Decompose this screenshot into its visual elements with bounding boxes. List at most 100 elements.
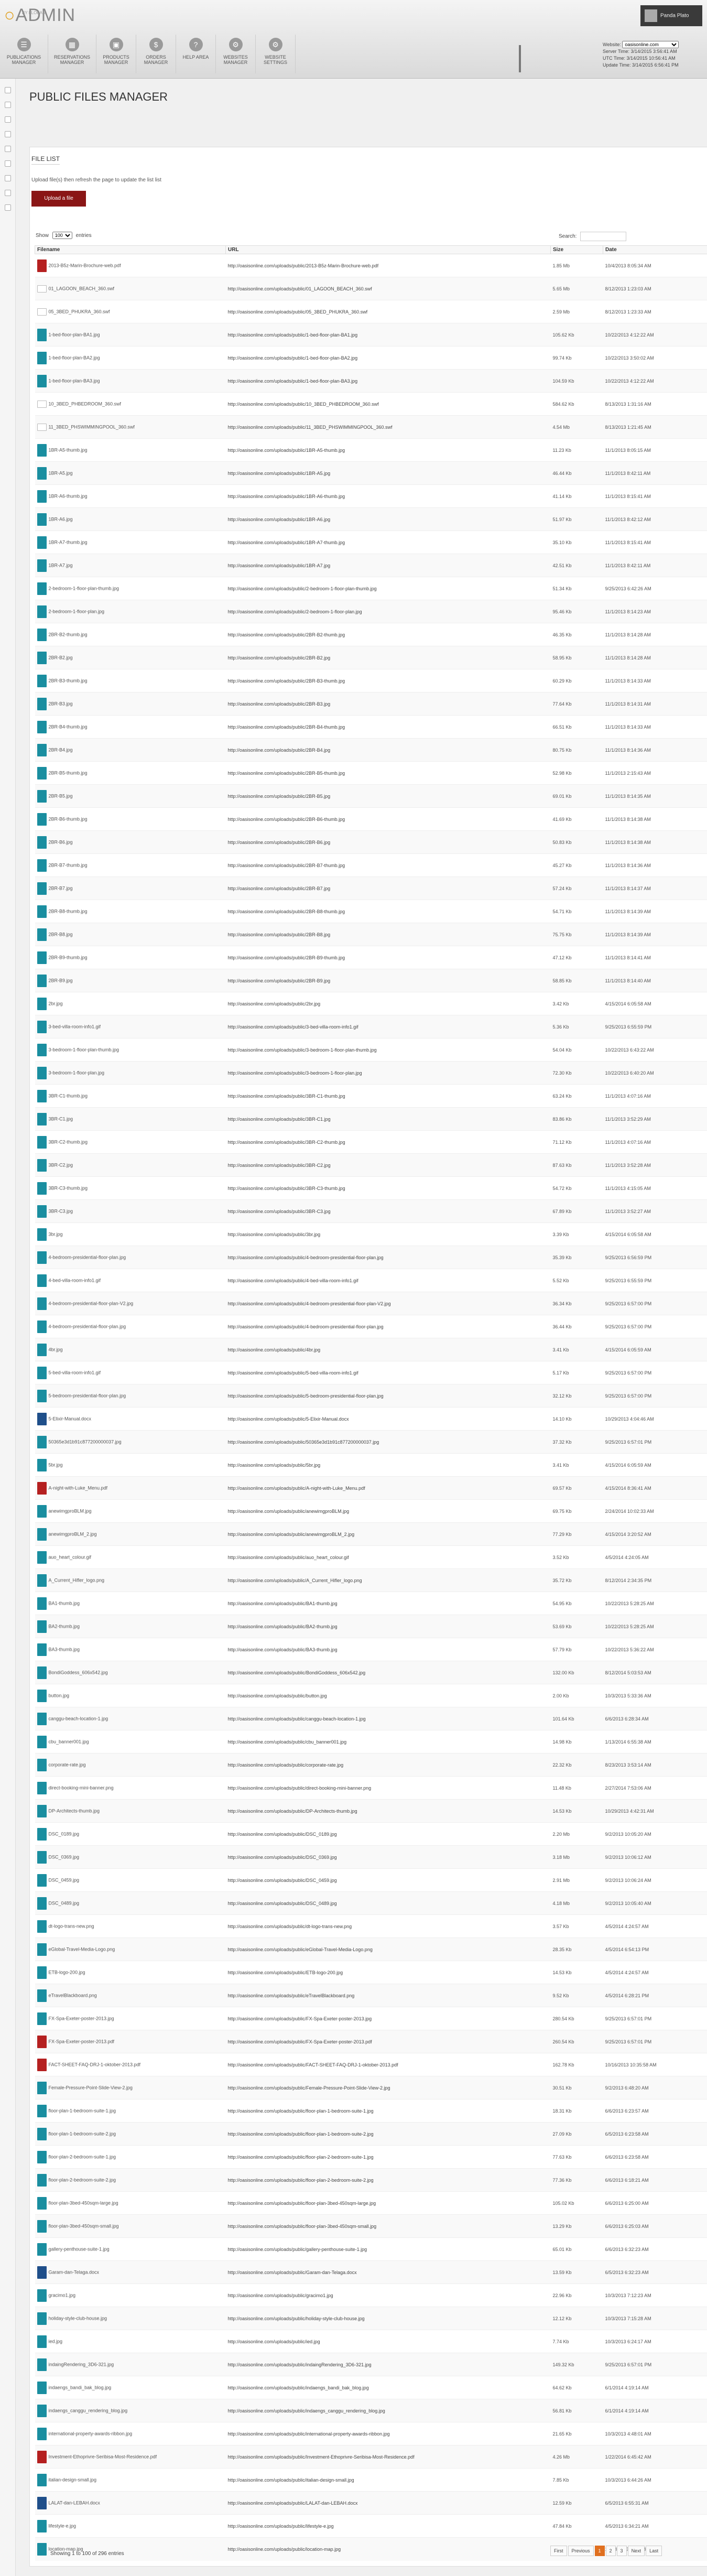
table-row[interactable]: 2BR-B9-thumb.jpg http://oasisonline.com/u… [35,946,707,969]
table-row[interactable]: lifestyle-e.jpg http://oasisonline.com/up… [35,2514,707,2538]
table-row[interactable]: 2BR-B6-thumb.jpg http://oasisonline.com/u… [35,807,707,831]
filename-link[interactable]: button.jpg [49,1693,70,1698]
sidebar-home-icon[interactable] [4,87,11,93]
sidebar-settings-icon[interactable] [4,204,11,211]
table-row[interactable]: corporate-rate.jpg http://oasisonline.com… [35,1753,707,1777]
table-row[interactable]: 2BR-B7-thumb.jpg http://oasisonline.com/u… [35,853,707,877]
filename-link[interactable]: A-night-with-Luke_Menu.pdf [49,1485,108,1490]
search-input[interactable] [580,232,627,241]
table-row[interactable]: international-property-awards-ribbon.jpg… [35,2422,707,2445]
pager-last[interactable]: Last [646,2546,662,2556]
table-row[interactable]: 2BR-B8-thumb.jpg http://oasisonline.com/u… [35,900,707,923]
table-row[interactable]: 2BR-B5.jpg http://oasisonline.com/uploads… [35,784,707,808]
table-row[interactable]: BondiGoddess_606x542.jpg http://oasisonli… [35,1661,707,1684]
filename-link[interactable]: 2BR-B5-thumb.jpg [49,770,88,775]
nav-item-1[interactable]: ▦ RESERVATIONS MANAGER [48,35,96,73]
filename-link[interactable]: 5-bed-villa-room-info1.gif [49,1370,101,1375]
table-row[interactable]: 2BR-B8.jpg http://oasisonline.com/uploads… [35,923,707,946]
filename-link[interactable]: 4-bedroom-presidential-floor-plan.jpg [49,1324,126,1329]
filename-link[interactable]: direct-booking-mini-banner.png [49,1785,114,1790]
pager-first[interactable]: First [550,2546,567,2556]
table-row[interactable]: 2BR-B6.jpg http://oasisonline.com/uploads… [35,830,707,854]
filename-link[interactable]: floor-plan-1-bedroom-suite-1.jpg [49,2108,116,2113]
table-row[interactable]: anewimgproBLM_2.jpg http://oasisonline.co… [35,1522,707,1546]
filename-link[interactable]: BA1-thumb.jpg [49,1600,80,1606]
filename-link[interactable]: 2BR-B6.jpg [49,839,73,845]
nav-item-4[interactable]: ? HELP AREA [176,35,216,73]
table-row[interactable]: 2br.jpg http://oasisonline.com/uploads/pu… [35,992,707,1015]
table-row[interactable]: button.jpg http://oasisonline.com/uploads… [35,1684,707,1707]
filename-link[interactable]: indaengs_bandi_bak_blog.jpg [49,2385,112,2390]
table-row[interactable]: A_Current_Hifler_logo.png http://oasisonl… [35,1568,707,1592]
filename-link[interactable]: 1BR-A6-thumb.jpg [49,493,88,499]
filename-link[interactable]: italian-design-small.jpg [49,2477,97,2482]
sidebar-mail-icon[interactable] [4,190,11,196]
filename-link[interactable]: floor-plan-1-bedroom-suite-2.jpg [49,2131,116,2136]
filename-link[interactable]: DSC_0489.jpg [49,1900,80,1906]
filename-link[interactable]: 2BR-B4-thumb.jpg [49,724,88,729]
nav-item-0[interactable]: ☰ PUBLICATIONS MANAGER [0,35,48,73]
table-row[interactable]: floor-plan-1-bedroom-suite-2.jpg http://o… [35,2122,707,2146]
filename-link[interactable]: dt-logo-trans-new.png [49,1923,94,1929]
table-row[interactable]: 50365e3d1b91c877200000037.jpg http://oasi… [35,1430,707,1454]
filename-link[interactable]: DP-Architects-thumb.jpg [49,1808,100,1813]
table-row[interactable]: 4br.jpg http://oasisonline.com/uploads/pu… [35,1338,707,1361]
table-row[interactable]: 3BR-C2.jpg http://oasisonline.com/uploads… [35,1153,707,1177]
filename-link[interactable]: 1BR-A5.jpg [49,470,73,475]
table-row[interactable]: canggu-beach-location-1.jpg http://oasiso… [35,1707,707,1730]
table-row[interactable]: 3BR-C3-thumb.jpg http://oasisonline.com/u… [35,1176,707,1200]
table-row[interactable]: anewimgproBLM.jpg http://oasisonline.com/… [35,1499,707,1523]
table-row[interactable]: indaengs_canggu_rendering_blog.jpg http:/… [35,2399,707,2422]
filename-link[interactable]: DSC_0459.jpg [49,1877,80,1882]
table-row[interactable]: eTravelBlackboard.png http://oasisonline.… [35,1984,707,2007]
filename-link[interactable]: FX-Spa-Exeter-poster-2013.jpg [49,2016,114,2021]
filename-link[interactable]: corporate-rate.jpg [49,1762,86,1767]
table-row[interactable]: DSC_0459.jpg http://oasisonline.com/uploa… [35,1868,707,1892]
filename-link[interactable]: 3BR-C3-thumb.jpg [49,1185,88,1190]
table-row[interactable]: 2BR-B3.jpg http://oasisonline.com/uploads… [35,692,707,716]
col-date[interactable]: Date [603,245,707,254]
table-row[interactable]: 1BR-A5-thumb.jpg http://oasisonline.com/u… [35,438,707,462]
pager-3[interactable]: 3 [616,2546,627,2556]
table-row[interactable]: 3-bed-villa-room-info1.gif http://oasison… [35,1015,707,1038]
filename-link[interactable]: 4-bedroom-presidential-floor-plan-V2.jpg [49,1301,134,1306]
table-row[interactable]: 5br.jpg http://oasisonline.com/uploads/pu… [35,1453,707,1477]
table-row[interactable]: auo_heart_colour.gif http://oasisonline.c… [35,1545,707,1569]
filename-link[interactable]: 2BR-B4.jpg [49,747,73,752]
filename-link[interactable]: BA2-thumb.jpg [49,1623,80,1629]
filename-link[interactable]: floor-plan-3bed-450sqm-small.jpg [49,2223,119,2228]
filename-link[interactable]: 2BR-B3.jpg [49,701,73,706]
sidebar-files-icon[interactable] [4,102,11,108]
table-row[interactable]: FX-Spa-Exeter-poster-2013.pdf http://oasi… [35,2030,707,2053]
nav-item-3[interactable]: $ ORDERS MANAGER [136,35,176,73]
table-row[interactable]: 3br.jpg http://oasisonline.com/uploads/pu… [35,1222,707,1246]
table-row[interactable]: DP-Architects-thumb.jpg http://oasisonlin… [35,1799,707,1823]
table-row[interactable]: 2-bedroom-1-floor-plan-thumb.jpg http://o… [35,577,707,600]
table-row[interactable]: 05_3BED_PHUKRA_360.swf http://oasisonline… [35,300,707,323]
table-row[interactable]: FACT-SHEET-FAQ-DRJ-1-oktober-2013.pdf htt… [35,2053,707,2076]
table-row[interactable]: 2BR-B2-thumb.jpg http://oasisonline.com/u… [35,623,707,646]
table-row[interactable]: 1BR-A7-thumb.jpg http://oasisonline.com/u… [35,531,707,554]
filename-link[interactable]: 11_3BED_PHSWIMMINGPOOL_360.swf [49,424,135,429]
pager-1[interactable]: 1 [594,2546,605,2556]
table-row[interactable]: Female-Pressure-Point-Slide-View-2.jpg ht… [35,2076,707,2099]
filename-link[interactable]: 05_3BED_PHUKRA_360.swf [49,309,110,314]
table-row[interactable]: 3-bedroom-1-floor-plan.jpg http://oasison… [35,1061,707,1085]
table-row[interactable]: Garam-dan-Telaga.docx http://oasisonline.… [35,2260,707,2284]
filename-link[interactable]: 2BR-B7.jpg [49,885,73,891]
table-row[interactable]: 4-bedroom-presidential-floor-plan-V2.jpg… [35,1292,707,1315]
table-row[interactable]: indaingRendering_3D6-321.jpg http://oasis… [35,2353,707,2376]
table-row[interactable]: 4-bedroom-presidential-floor-plan.jpg htt… [35,1246,707,1269]
website-select[interactable]: oasisonline.com [622,41,679,48]
filename-link[interactable]: 01_LAGOON_BEACH_360.swf [49,286,115,291]
table-row[interactable]: 3-bedroom-1-floor-plan-thumb.jpg http://o… [35,1038,707,1062]
filename-link[interactable]: 2BR-B7-thumb.jpg [49,862,88,868]
filename-link[interactable]: canggu-beach-location-1.jpg [49,1716,108,1721]
filename-link[interactable]: indaengs_canggu_rendering_blog.jpg [49,2408,128,2413]
table-row[interactable]: BA3-thumb.jpg http://oasisonline.com/uplo… [35,1638,707,1661]
filename-link[interactable]: FACT-SHEET-FAQ-DRJ-1-oktober-2013.pdf [49,2062,141,2067]
filename-link[interactable]: floor-plan-2-bedroom-suite-2.jpg [49,2177,116,2182]
filename-link[interactable]: 2br.jpg [49,1001,63,1006]
filename-link[interactable]: 1-bed-floor-plan-BA2.jpg [49,355,100,360]
table-row[interactable]: 3BR-C2-thumb.jpg http://oasisonline.com/u… [35,1130,707,1154]
